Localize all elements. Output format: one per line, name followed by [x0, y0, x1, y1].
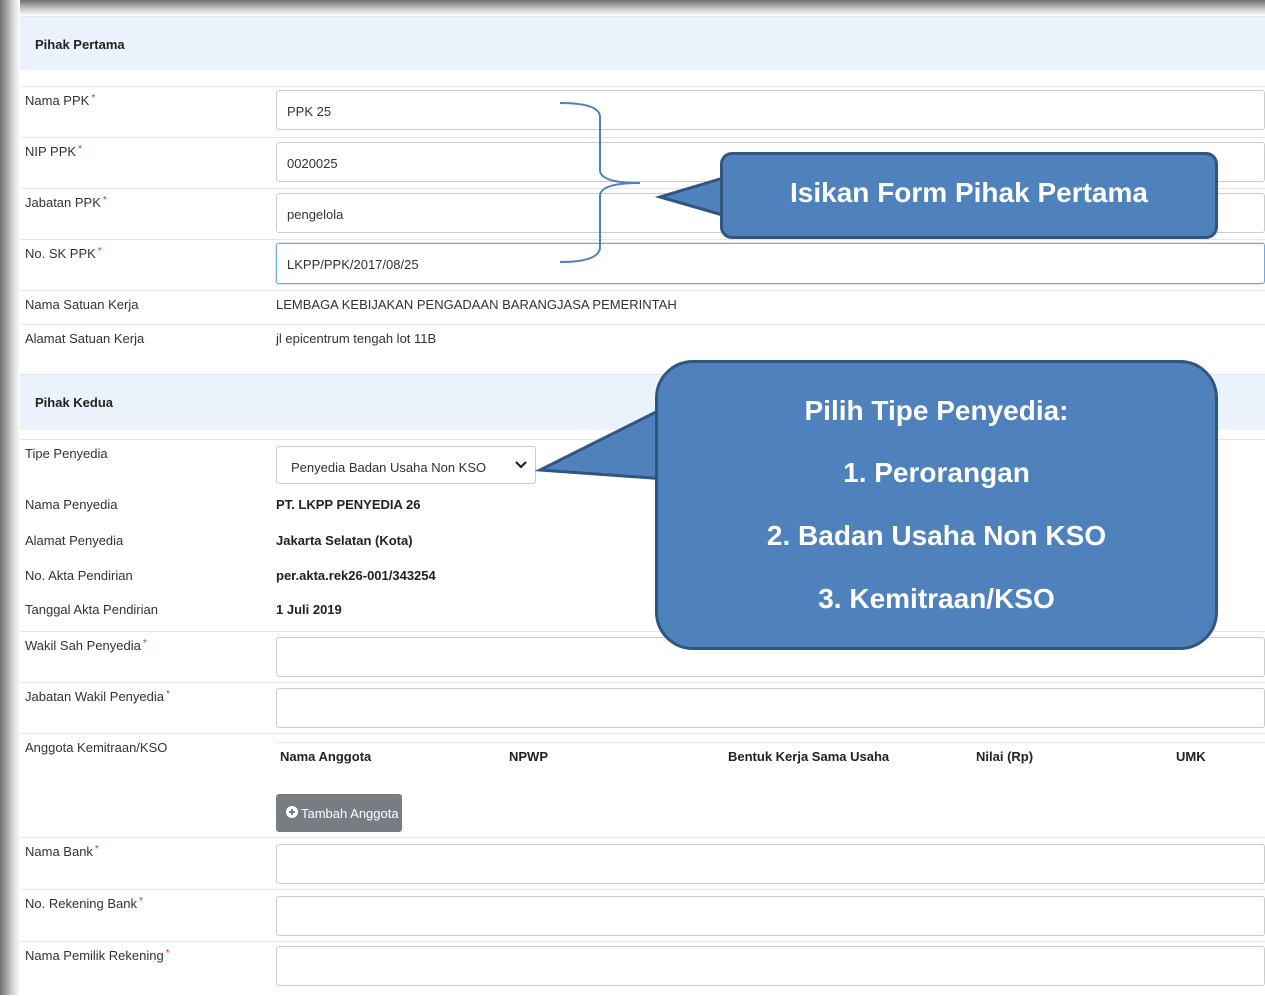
brace-annotation	[559, 102, 641, 263]
screenshot-frame: Pihak Pertama Nama PPK * PPK 25 NIP PPK * …	[0, 0, 1265, 995]
callout-text: Isikan Form Pihak Pertama	[790, 177, 1148, 208]
callout-pihak-pertama: Isikan Form Pihak Pertama	[720, 152, 1218, 239]
callout-tipe-penyedia: Pilih Tipe Penyedia: 1. Perorangan 2. Ba…	[655, 360, 1218, 650]
callout-title: Pilih Tipe Penyedia:	[804, 395, 1069, 426]
callout-item: 3. Kemitraan/KSO	[818, 583, 1055, 614]
callout-item: 2. Badan Usaha Non KSO	[766, 520, 1107, 551]
callout-item: 1. Perorangan	[843, 457, 1030, 488]
